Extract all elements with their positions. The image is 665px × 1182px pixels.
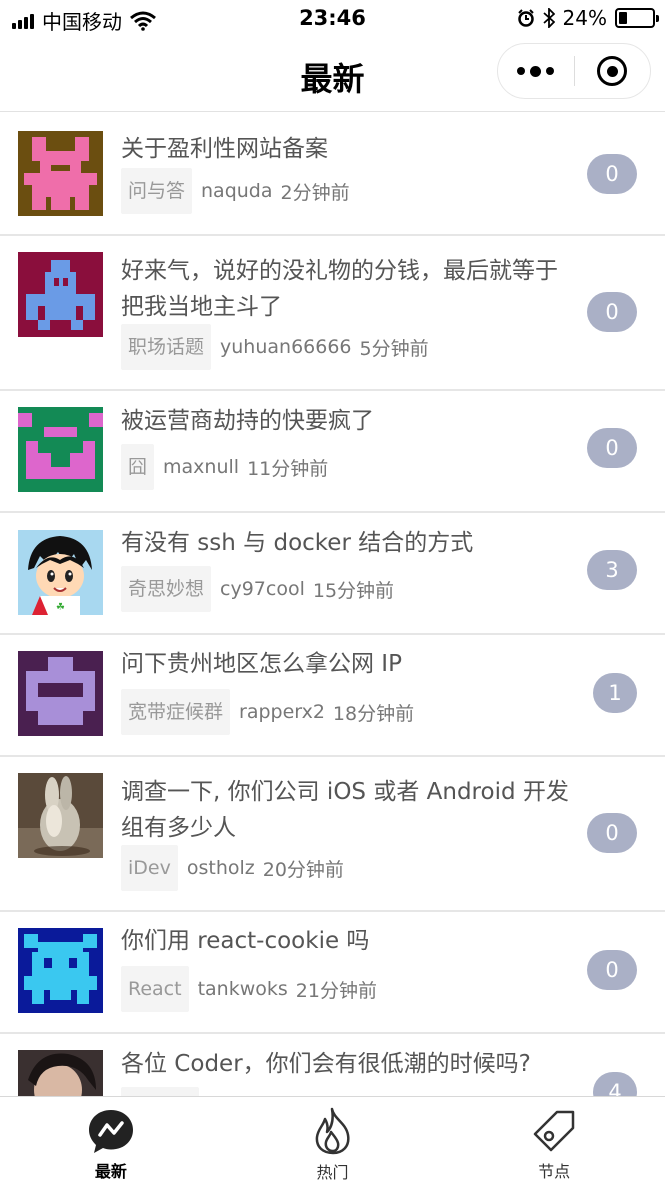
svg-text:☘: ☘ (56, 602, 65, 613)
tab-nodes[interactable]: 节点 (443, 1097, 665, 1182)
topic-title[interactable]: 关于盈利性网站备案 (121, 131, 576, 167)
author-name[interactable]: rapperx2 (239, 701, 325, 723)
topic-meta: 宽带症候群 rapperx2 18分钟前 (121, 689, 414, 735)
topic-title[interactable]: 有没有 ssh 与 docker 结合的方式 (121, 525, 576, 561)
reply-count-badge: 3 (587, 550, 637, 590)
more-dots-icon (517, 65, 555, 77)
chat-bubble-icon (88, 1109, 133, 1153)
reply-count-badge: 0 (587, 950, 637, 990)
tab-latest[interactable]: 最新 (0, 1097, 222, 1182)
battery-icon (615, 8, 659, 28)
more-button[interactable] (498, 44, 574, 98)
post-time: 21分钟前 (295, 979, 377, 1002)
battery-percent: 24% (562, 6, 607, 30)
reply-count-badge: 0 (587, 813, 637, 853)
post-time: 5分钟前 (359, 337, 429, 360)
node-tag[interactable] (121, 1087, 199, 1096)
avatar[interactable] (18, 252, 103, 337)
topic-item[interactable]: 各位 Coder，你们会有很低潮的时候吗? 4 (0, 1034, 665, 1096)
flame-icon (315, 1107, 350, 1155)
node-tag[interactable]: 宽带症候群 (121, 689, 231, 735)
author-name[interactable]: maxnull (163, 456, 239, 478)
close-miniprogram-button[interactable] (575, 44, 651, 98)
node-tag[interactable]: 奇思妙想 (121, 566, 212, 612)
topic-meta: 囧 maxnull 11分钟前 (121, 444, 328, 490)
reply-count-badge: 1 (593, 673, 637, 713)
topic-item[interactable]: ☘ 有没有 ssh 与 docker 结合的方式 奇思妙想 cy97cool 1… (0, 513, 665, 635)
avatar[interactable] (18, 651, 103, 736)
topic-meta: 问与答 naquda 2分钟前 (121, 168, 350, 214)
tab-hot[interactable]: 热门 (222, 1097, 444, 1182)
alarm-icon (517, 9, 534, 27)
post-time: 2分钟前 (280, 181, 350, 204)
avatar[interactable] (18, 407, 103, 492)
capsule-menu (497, 43, 651, 99)
post-time: 15分钟前 (312, 579, 395, 602)
post-time: 11分钟前 (247, 457, 329, 480)
topic-title[interactable]: 好来气，说好的没礼物的分钱，最后就等于把我当地主斗了 (121, 253, 576, 325)
topic-item[interactable]: 问下贵州地区怎么拿公网 IP 宽带症候群 rapperx2 18分钟前 1 (0, 635, 665, 757)
tag-icon (533, 1110, 575, 1151)
topic-list: 关于盈利性网站备案 问与答 naquda 2分钟前 0 好来气，说好的没礼物的分… (0, 113, 665, 1096)
topic-meta: iDev ostholz 20分钟前 (121, 845, 344, 891)
topic-item[interactable]: 关于盈利性网站备案 问与答 naquda 2分钟前 0 (0, 113, 665, 236)
node-tag[interactable]: React (121, 966, 189, 1012)
topic-item[interactable]: 好来气，说好的没礼物的分钱，最后就等于把我当地主斗了 职场话题 yuhuan66… (0, 236, 665, 391)
avatar[interactable] (18, 131, 103, 216)
topic-title[interactable]: 调查一下, 你们公司 iOS 或者 Android 开发组有多少人 (121, 774, 576, 846)
author-name[interactable]: yuhuan66666 (220, 336, 352, 358)
reply-count-badge: 4 (593, 1072, 637, 1096)
topic-title[interactable]: 被运营商劫持的快要疯了 (121, 403, 576, 439)
topic-title[interactable]: 各位 Coder，你们会有很低潮的时候吗? (121, 1046, 576, 1082)
topic-item[interactable]: 你们用 react-cookie 吗 React tankwoks 21分钟前 … (0, 912, 665, 1034)
topic-meta: React tankwoks 21分钟前 (121, 966, 377, 1012)
author-name[interactable]: cy97cool (220, 578, 305, 600)
reply-count-badge: 0 (587, 154, 637, 194)
author-name[interactable]: naquda (201, 180, 273, 202)
author-name[interactable]: ostholz (187, 857, 255, 879)
tab-bar: 最新 热门 节点 (0, 1096, 665, 1182)
avatar[interactable] (18, 1050, 103, 1096)
topic-item[interactable]: 被运营商劫持的快要疯了 囧 maxnull 11分钟前 0 (0, 391, 665, 513)
author-name[interactable]: tankwoks (198, 978, 288, 1000)
avatar[interactable] (18, 773, 103, 858)
tab-label: 最新 (94, 1162, 127, 1181)
tab-label: 节点 (538, 1162, 571, 1181)
nav-bar: 最新 (0, 36, 665, 112)
target-icon (597, 56, 628, 86)
node-tag[interactable]: 职场话题 (121, 324, 212, 370)
avatar[interactable]: ☘ (18, 530, 103, 615)
node-tag[interactable]: 囧 (121, 444, 155, 490)
post-time: 20分钟前 (262, 858, 344, 881)
topic-title[interactable]: 问下贵州地区怎么拿公网 IP (121, 646, 576, 682)
node-tag[interactable]: iDev (121, 845, 178, 891)
status-bar: 中国移动 23:46 24% (0, 0, 665, 36)
topic-item[interactable]: 调查一下, 你们公司 iOS 或者 Android 开发组有多少人 iDev o… (0, 757, 665, 912)
bluetooth-icon (542, 8, 555, 28)
reply-count-badge: 0 (587, 292, 637, 332)
battery-fill (619, 12, 627, 24)
reply-count-badge: 0 (587, 428, 637, 468)
topic-meta: 奇思妙想 cy97cool 15分钟前 (121, 566, 394, 612)
avatar[interactable] (18, 928, 103, 1013)
topic-meta (121, 1087, 199, 1096)
tab-label: 热门 (316, 1163, 349, 1182)
node-tag[interactable]: 问与答 (121, 168, 193, 214)
topic-meta: 职场话题 yuhuan66666 5分钟前 (121, 324, 429, 370)
topic-title[interactable]: 你们用 react-cookie 吗 (121, 923, 576, 959)
post-time: 18分钟前 (332, 702, 415, 725)
status-right: 24% (517, 6, 659, 30)
